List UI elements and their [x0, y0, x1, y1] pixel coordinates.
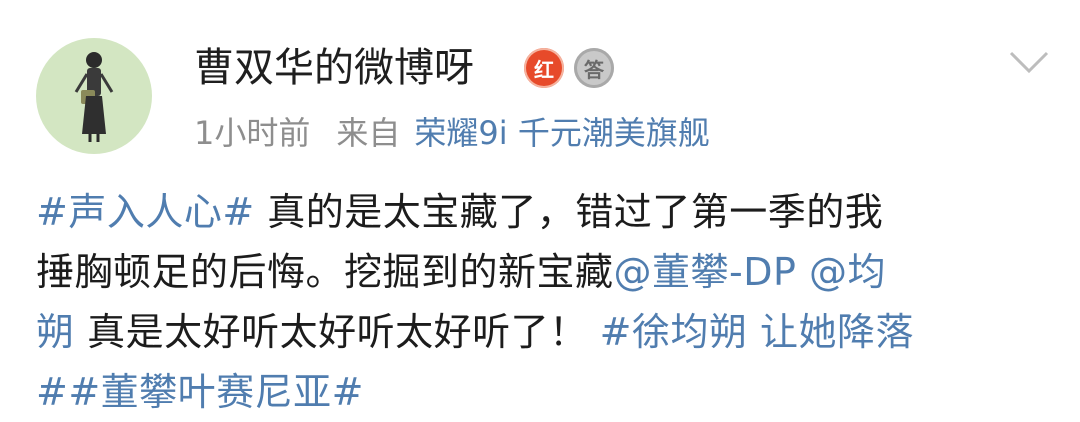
hashtag-link[interactable]: ##董攀叶赛尼亚# — [36, 370, 364, 414]
content-text: 真是太好听太好听太好听了！ — [74, 310, 588, 354]
username[interactable]: 曹双华的微博呀 — [194, 40, 474, 96]
avatar[interactable] — [36, 38, 152, 154]
source-device-link[interactable]: 荣耀9i 千元潮美旗舰 — [414, 114, 709, 152]
content-text: 捶胸顿足的后悔。挖掘到的新宝藏 — [36, 250, 614, 294]
mention-link[interactable]: @董攀-DP — [614, 250, 797, 294]
chevron-down-icon[interactable] — [1008, 50, 1050, 76]
content-line: 捶胸顿足的后悔。挖掘到的新宝藏@董攀-DP @均 — [36, 242, 1046, 302]
content-space — [796, 250, 809, 294]
post-meta: 1小时前 来自 荣耀9i 千元潮美旗舰 — [194, 111, 710, 155]
content-text: 真的是太宝藏了，错过了第一季的我 — [254, 190, 884, 234]
red-badge-icon[interactable]: 红 — [524, 48, 564, 88]
grey-badge-icon[interactable]: 答 — [574, 48, 614, 88]
source-prefix: 来自 — [336, 114, 401, 152]
post-time: 1小时前 — [194, 114, 311, 152]
mention-link[interactable]: @均 — [809, 250, 886, 294]
content-line: #声入人心# 真的是太宝藏了，错过了第一季的我 — [36, 182, 1046, 242]
content-line: 朔 真是太好听太好听太好听了！ #徐均朔 让她降落 — [36, 302, 1046, 362]
post-content: #声入人心# 真的是太宝藏了，错过了第一季的我 捶胸顿足的后悔。挖掘到的新宝藏@… — [36, 182, 1046, 422]
hashtag-link[interactable]: #徐均朔 让她降落 — [600, 310, 914, 354]
avatar-girl-illustration — [74, 52, 114, 142]
content-line: ##董攀叶赛尼亚# — [36, 362, 1046, 422]
mention-link[interactable]: 朔 — [36, 310, 75, 354]
hashtag-link[interactable]: #声入人心# — [36, 190, 255, 234]
